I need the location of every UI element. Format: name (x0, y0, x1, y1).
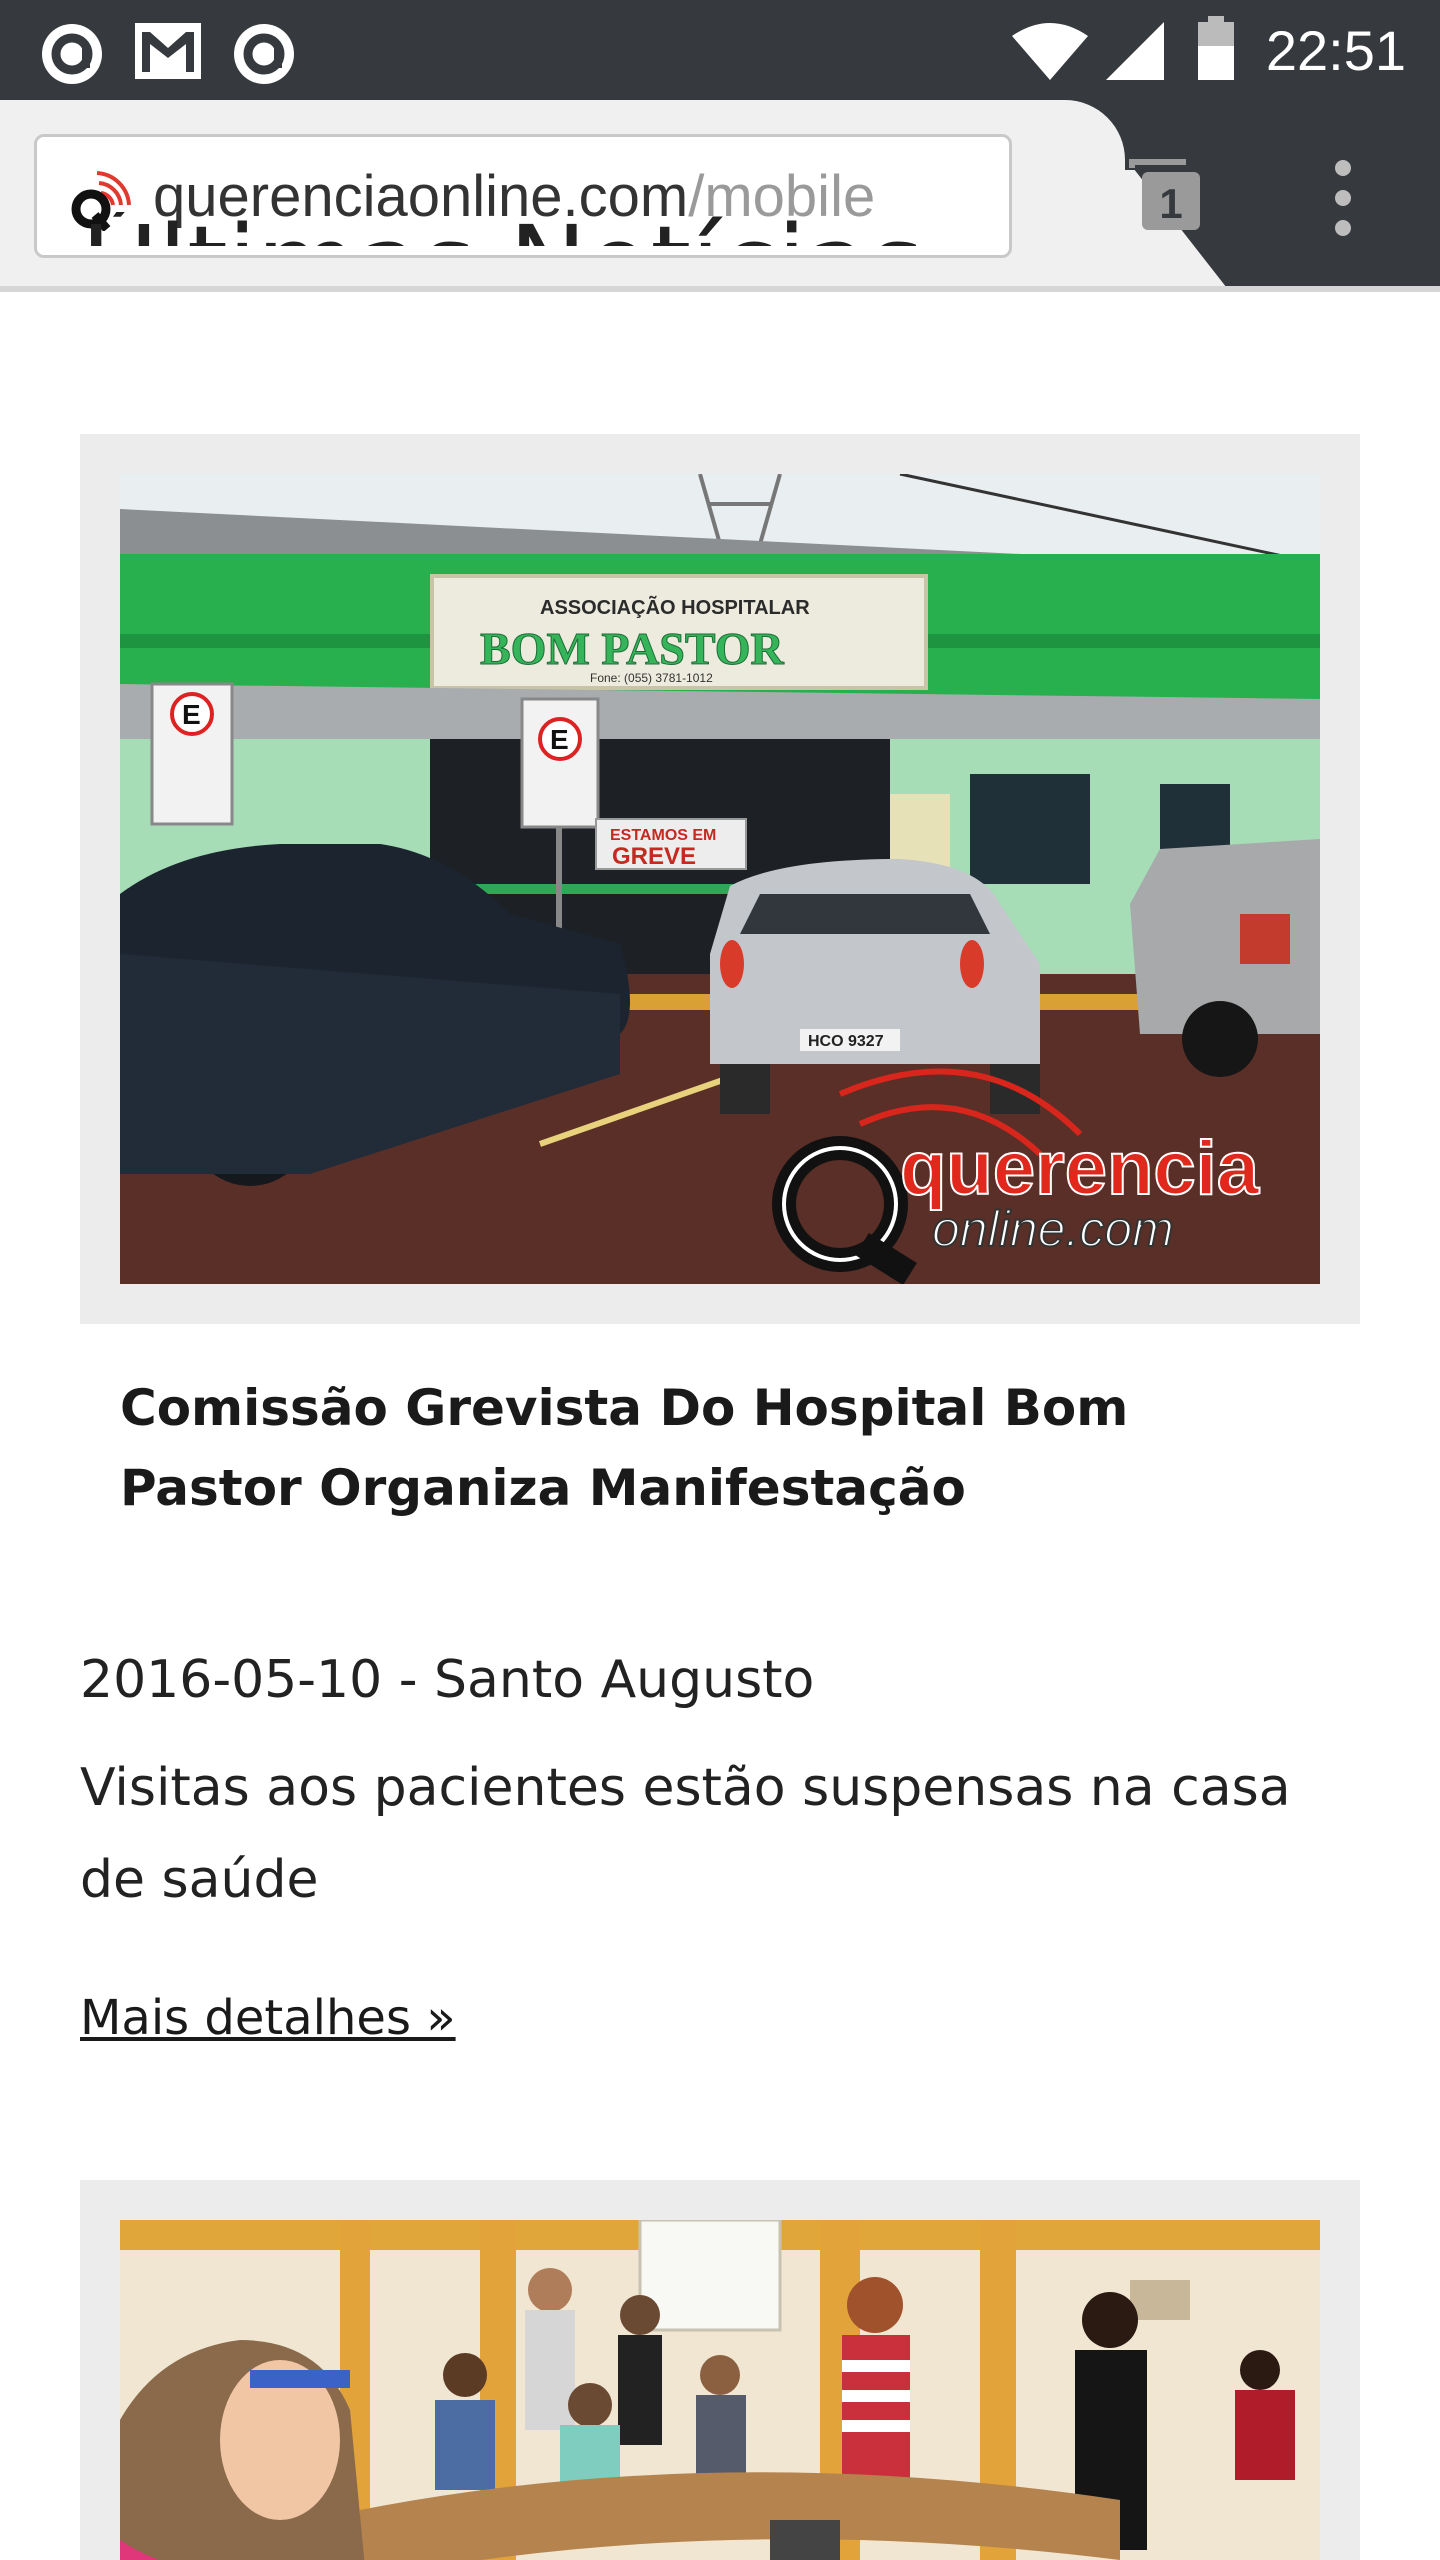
cell-signal-icon (1106, 22, 1164, 80)
app-notification-icon (234, 24, 294, 84)
watermark-text-2: online.com (932, 1201, 1174, 1257)
plate-text: HCO 9327 (808, 1033, 884, 1050)
sign-top-text: ASSOCIAÇÃO HOSPITALAR (540, 596, 810, 619)
battery-icon (1198, 16, 1234, 80)
wifi-icon (1012, 23, 1088, 80)
strike-sign-text-1: ESTAMOS EM (610, 827, 716, 844)
article-image[interactable]: ASSOCIAÇÃO HOSPITALAR BOM PASTOR Fone: (… (120, 474, 1320, 1284)
tab-count: 1 (1159, 180, 1182, 227)
article-title[interactable]: Comissão Grevista Do Hospital Bom Pastor… (120, 1368, 1320, 1528)
hospital-building-photo: ASSOCIAÇÃO HOSPITALAR BOM PASTOR Fone: (… (120, 474, 1320, 1284)
article-card[interactable]: ASSOCIAÇÃO HOSPITALAR BOM PASTOR Fone: (… (80, 434, 1360, 1324)
sign-phone-text: Fone: (055) 3781-1012 (590, 671, 713, 685)
overflow-menu-icon[interactable] (1320, 158, 1366, 238)
article-date-location: 2016-05-10 - Santo Augusto (80, 1650, 815, 1710)
sign-main-text: BOM PASTOR (480, 623, 784, 674)
strike-sign-text-2: GREVE (612, 843, 696, 870)
watermark-text-1: querencia (900, 1126, 1260, 1211)
svg-text:E: E (182, 699, 201, 730)
svg-text:E: E (550, 724, 569, 755)
status-bar: 22:51 (0, 0, 1440, 100)
browser-toolbar: querenciaonline.com/mobile 1 (0, 100, 1440, 292)
article-summary: Visitas aos pacientes estão suspensas na… (80, 1758, 1291, 1910)
article-card[interactable] (80, 2180, 1360, 2560)
app-notification-icon (42, 24, 102, 84)
meeting-room-photo (120, 2220, 1320, 2560)
article-image[interactable] (120, 2220, 1320, 2560)
tab-switcher-button[interactable]: 1 (1128, 158, 1204, 234)
read-more-link[interactable]: Mais detalhes » (80, 1990, 456, 2046)
gmail-icon (135, 23, 201, 79)
clock: 22:51 (1265, 19, 1406, 82)
